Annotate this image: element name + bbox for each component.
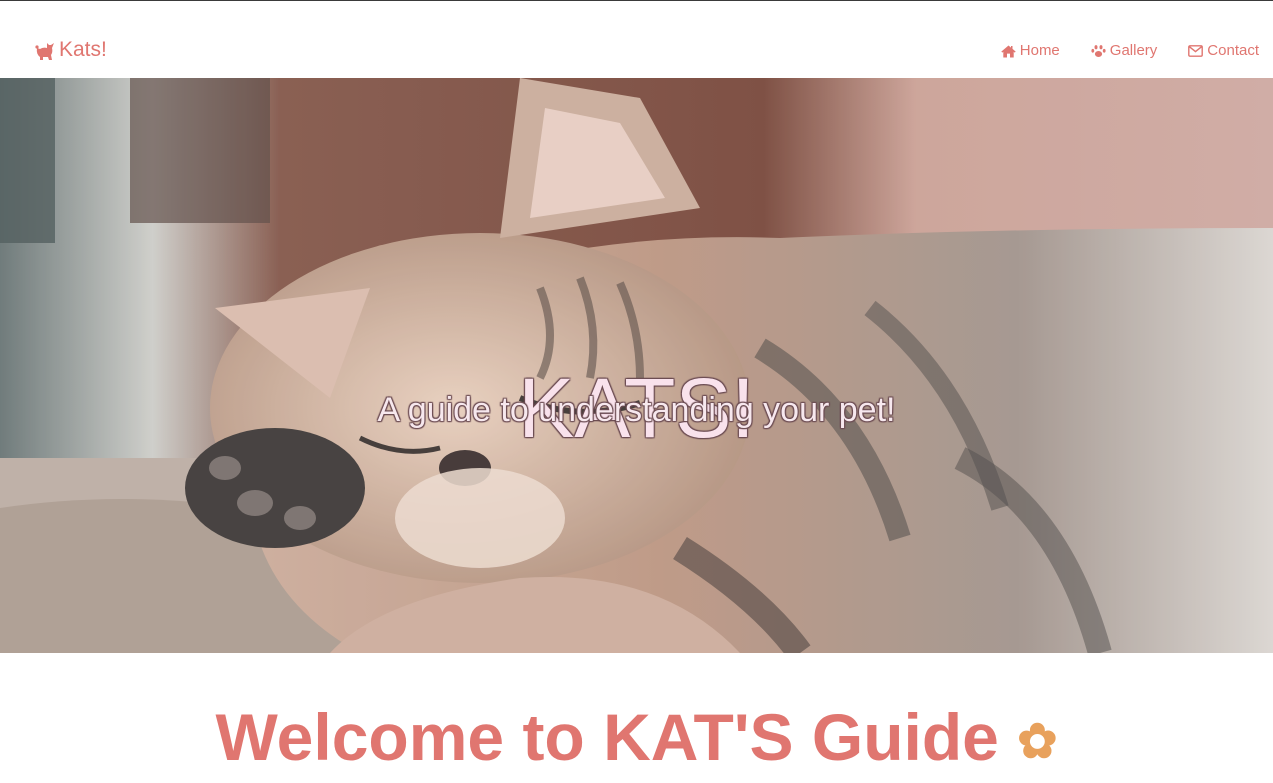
envelope-icon <box>1188 45 1204 57</box>
nav-home-label: Home <box>1019 42 1060 59</box>
nav-home[interactable]: Home <box>1001 41 1060 61</box>
main-nav: Home Gallery Contact <box>1001 41 1259 61</box>
nav-gallery-label: Gallery <box>1109 42 1158 59</box>
hero-banner: KATS! A guide to understanding your pet! <box>0 78 1273 653</box>
paw-icon: ✿ <box>1017 715 1058 769</box>
welcome-heading-text: Welcome to KAT'S Guide <box>215 700 999 774</box>
nav-gallery[interactable]: Gallery <box>1091 41 1158 61</box>
nav-contact[interactable]: Contact <box>1188 41 1259 61</box>
nav-contact-label: Contact <box>1207 42 1259 59</box>
navbar: Kats! Home Gallery Contact <box>0 1 1273 78</box>
paw-icon <box>1091 44 1106 58</box>
brand-link[interactable]: Kats! <box>34 37 107 63</box>
hero-subtitle: A guide to understanding your pet! <box>377 391 896 429</box>
brand-label: Kats! <box>59 38 107 61</box>
home-icon <box>1001 45 1016 58</box>
cat-icon <box>34 39 56 61</box>
welcome-heading: Welcome to KAT'S Guide ✿ <box>0 697 1273 783</box>
